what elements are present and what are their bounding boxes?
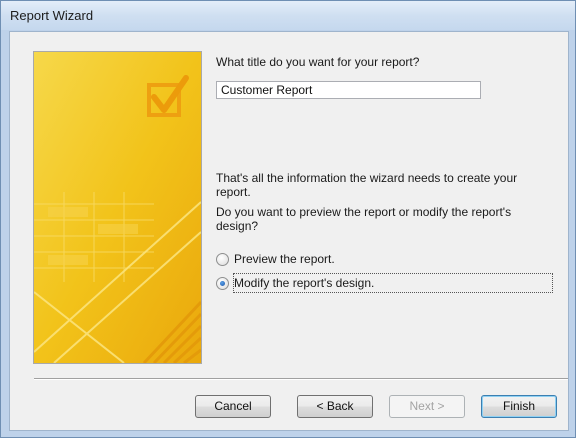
next-button[interactable]: Next > <box>389 395 465 418</box>
title-question: What title do you want for your report? <box>216 55 420 69</box>
preview-question-line-2: design? <box>216 219 259 233</box>
back-button[interactable]: < Back <box>297 395 373 418</box>
wizard-illustration <box>33 51 202 364</box>
checkmark-checkbox-icon <box>34 52 201 363</box>
modify-design-radio[interactable] <box>216 276 229 290</box>
modify-design-option[interactable]: Modify the report's design. <box>216 274 374 292</box>
preview-question-line-1: Do you want to preview the report or mod… <box>216 205 512 219</box>
wizard-content: What title do you want for your report? … <box>9 31 569 431</box>
finish-button[interactable]: Finish <box>481 395 557 418</box>
report-title-input[interactable] <box>216 81 481 99</box>
report-wizard-window: Report Wizard What title do you want for… <box>0 0 576 438</box>
preview-report-radio[interactable] <box>216 252 229 266</box>
title-bar[interactable]: Report Wizard <box>1 1 575 30</box>
cancel-button[interactable]: Cancel <box>195 395 271 418</box>
window-title: Report Wizard <box>10 8 94 23</box>
button-separator <box>34 378 568 380</box>
preview-report-option[interactable]: Preview the report. <box>216 250 335 268</box>
preview-report-label[interactable]: Preview the report. <box>234 252 335 266</box>
modify-design-label[interactable]: Modify the report's design. <box>234 276 374 290</box>
info-line-2: report. <box>216 185 251 199</box>
info-line-1: That's all the information the wizard ne… <box>216 171 518 185</box>
